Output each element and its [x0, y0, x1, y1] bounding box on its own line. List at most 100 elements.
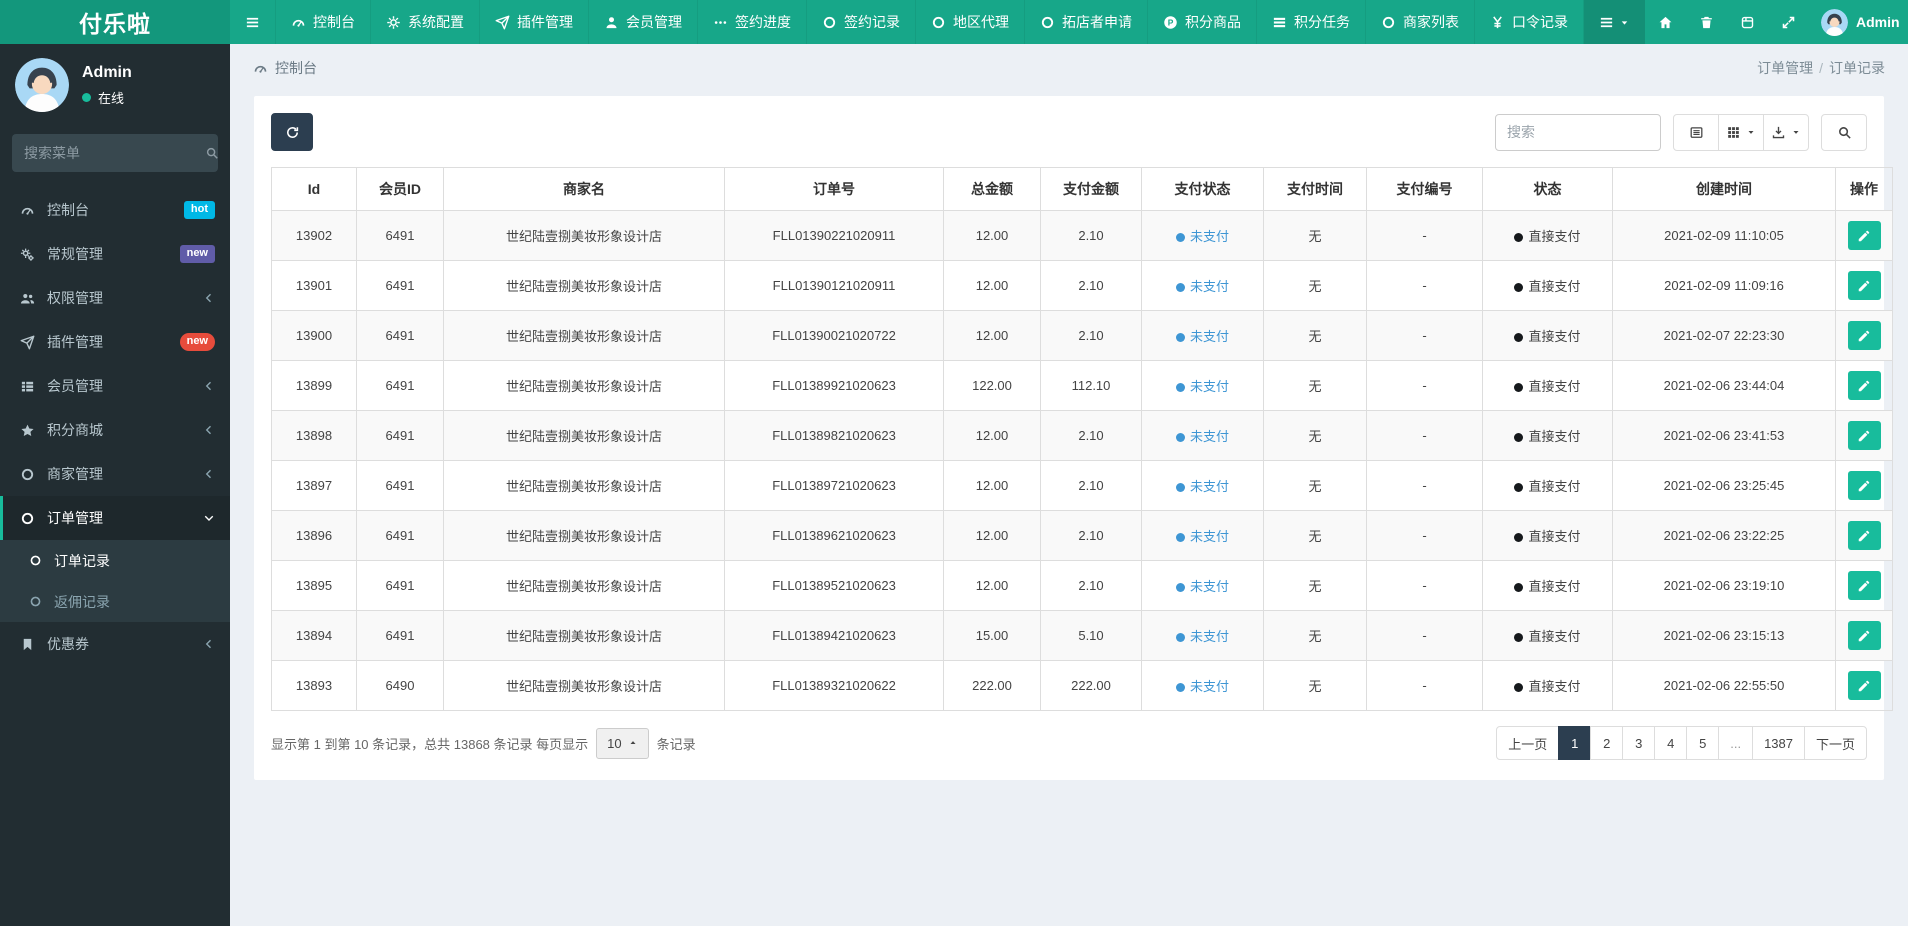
home-button[interactable]: [1645, 0, 1686, 44]
table-row: 13900 6491 世纪陆壹捌美妆形象设计店 FLL01390021020722 12…: [271, 310, 1893, 361]
edit-button[interactable]: [1847, 321, 1881, 350]
cell-actions: [1835, 210, 1893, 261]
pay-status-link[interactable]: 未支付: [1190, 479, 1229, 494]
page-1[interactable]: 1: [1558, 726, 1592, 760]
pencil-icon: [1857, 379, 1871, 393]
module-store-button[interactable]: [1727, 0, 1768, 44]
sidebar-item-订单管理[interactable]: 订单管理: [0, 496, 230, 540]
edit-button[interactable]: [1847, 221, 1881, 250]
nav-item-label: 插件管理: [517, 14, 573, 30]
cell-member_id: 6491: [356, 560, 444, 611]
nav-item-插件管理[interactable]: 插件管理: [480, 0, 589, 44]
nav-item-口令记录[interactable]: 口令记录: [1475, 0, 1584, 44]
cell-id: 13894: [271, 610, 357, 661]
edit-button[interactable]: [1847, 421, 1881, 450]
th-list-icon: [18, 379, 36, 394]
nav-item-地区代理[interactable]: 地区代理: [916, 0, 1025, 44]
edit-button[interactable]: [1847, 521, 1881, 550]
cell-id: 13901: [271, 260, 357, 311]
cell-member_id: 6491: [356, 510, 444, 561]
brand-logo[interactable]: 付乐啦: [0, 0, 230, 44]
status-label: 直接支付: [1528, 579, 1581, 594]
edit-button[interactable]: [1847, 571, 1881, 600]
cell-pay-time: 无: [1263, 410, 1367, 461]
cell-status: 直接支付: [1482, 410, 1613, 461]
caret-down-icon: [1619, 17, 1630, 28]
page-上一页[interactable]: 上一页: [1496, 726, 1560, 760]
sidebar-subitem-订单记录[interactable]: 订单记录: [0, 540, 230, 581]
nav-item-积分商品[interactable]: P 积分商品: [1148, 0, 1257, 44]
page-2[interactable]: 2: [1590, 726, 1624, 760]
cell-actions: [1835, 260, 1893, 311]
nav-item-系统配置[interactable]: 系统配置: [371, 0, 480, 44]
pay-status-dot: [1175, 283, 1185, 293]
sidebar-item-权限管理[interactable]: 权限管理: [0, 276, 230, 320]
page-1387[interactable]: 1387: [1752, 726, 1805, 760]
sidebar-item-会员管理[interactable]: 会员管理: [0, 364, 230, 408]
page-下一页[interactable]: 下一页: [1803, 726, 1867, 760]
edit-button[interactable]: [1847, 371, 1881, 400]
nav-item-商家列表[interactable]: 商家列表: [1366, 0, 1475, 44]
sidebar-subitem-返佣记录[interactable]: 返佣记录: [0, 581, 230, 622]
edit-button[interactable]: [1847, 621, 1881, 650]
pay-status-link[interactable]: 未支付: [1190, 679, 1229, 694]
sidebar-item-常规管理[interactable]: 常规管理 new: [0, 232, 230, 276]
page-size-dropdown[interactable]: 10: [596, 727, 649, 759]
cell-pay-status: 未支付: [1141, 260, 1264, 311]
edit-button[interactable]: [1847, 671, 1881, 700]
cell-status: 直接支付: [1482, 210, 1613, 261]
cell-id: 13895: [271, 560, 357, 611]
pay-status-link[interactable]: 未支付: [1190, 429, 1229, 444]
sidebar-item-商家管理[interactable]: 商家管理: [0, 452, 230, 496]
refresh-button[interactable]: [271, 113, 313, 151]
pay-status-link[interactable]: 未支付: [1190, 379, 1229, 394]
sidebar-item-优惠券[interactable]: 优惠券: [0, 622, 230, 666]
breadcrumb-section: 控制台: [253, 58, 317, 78]
nav-item-积分任务[interactable]: 积分任务: [1257, 0, 1366, 44]
nav-item-签约记录[interactable]: 签约记录: [807, 0, 916, 44]
edit-button[interactable]: [1847, 471, 1881, 500]
nav-item-签约进度[interactable]: 签约进度: [698, 0, 807, 44]
page-5[interactable]: 5: [1686, 726, 1720, 760]
pay-status-link[interactable]: 未支付: [1190, 229, 1229, 244]
sidebar-toggle[interactable]: [230, 0, 276, 44]
breadcrumb-parent[interactable]: 订单管理: [1757, 60, 1813, 76]
search-button[interactable]: [1821, 113, 1867, 151]
circle-o-icon: [27, 554, 43, 567]
cell-merchant: 世纪陆壹捌美妆形象设计店: [443, 660, 725, 711]
page-4[interactable]: 4: [1654, 726, 1688, 760]
dashboard-icon: [18, 203, 36, 218]
nav-item-控制台[interactable]: 控制台: [276, 0, 371, 44]
status-dot: [1514, 533, 1524, 543]
nav-item-会员管理[interactable]: 会员管理: [589, 0, 698, 44]
pay-status-link[interactable]: 未支付: [1190, 579, 1229, 594]
admin-user-menu[interactable]: Admin: [1809, 0, 1908, 44]
nav-item-拓店者申请[interactable]: 拓店者申请: [1025, 0, 1148, 44]
cell-actions: [1835, 410, 1893, 461]
edit-button[interactable]: [1847, 271, 1881, 300]
sidebar-item-控制台[interactable]: 控制台 hot: [0, 188, 230, 232]
cell-pay-time: 无: [1263, 460, 1367, 511]
pay-status-dot: [1175, 683, 1185, 693]
avatar: [15, 58, 69, 112]
pay-status-link[interactable]: 未支付: [1190, 279, 1229, 294]
cell-merchant: 世纪陆壹捌美妆形象设计店: [443, 210, 725, 261]
detail-view-button[interactable]: [1673, 113, 1719, 151]
pay-status-link[interactable]: 未支付: [1190, 629, 1229, 644]
table-search-input[interactable]: [1495, 113, 1661, 151]
sidebar-item-积分商城[interactable]: 积分商城: [0, 408, 230, 452]
pay-status-link[interactable]: 未支付: [1190, 329, 1229, 344]
fullscreen-button[interactable]: [1768, 0, 1809, 44]
export-button[interactable]: [1763, 113, 1809, 151]
columns-button[interactable]: [1718, 113, 1764, 151]
status-dot: [1514, 233, 1524, 243]
sidebar-search-input[interactable]: [24, 145, 205, 161]
cell-pay-no: -: [1366, 510, 1483, 561]
cell-id: 13898: [271, 410, 357, 461]
cell-member_id: 6490: [356, 660, 444, 711]
menu-dropdown-button[interactable]: [1584, 0, 1645, 44]
sidebar-item-插件管理[interactable]: 插件管理 new: [0, 320, 230, 364]
pay-status-link[interactable]: 未支付: [1190, 529, 1229, 544]
clear-cache-button[interactable]: [1686, 0, 1727, 44]
page-3[interactable]: 3: [1622, 726, 1656, 760]
